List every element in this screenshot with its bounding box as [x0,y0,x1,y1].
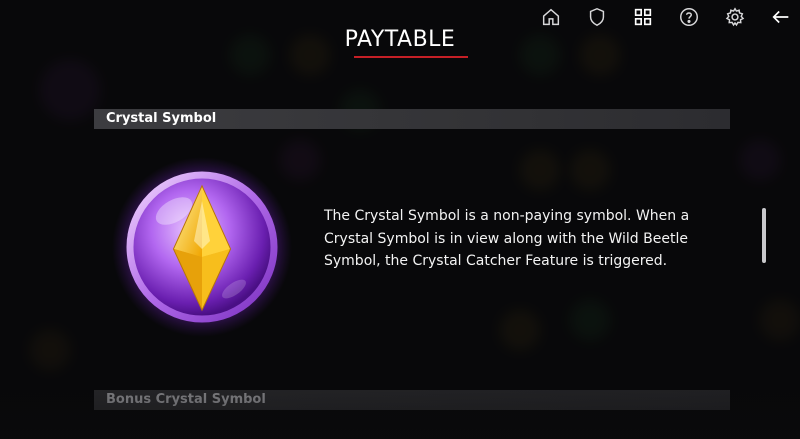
title-underline [354,56,468,58]
settings-icon [725,7,745,27]
shield-icon [589,7,605,27]
section-header-crystal-symbol: Crystal Symbol [94,109,730,129]
section-header-bonus-crystal-symbol: Bonus Crystal Symbol [94,390,730,410]
grid-icon [634,8,652,26]
crystal-symbol-icon [112,157,292,337]
scrollbar[interactable] [762,208,766,263]
page-title: PAYTABLE [344,27,456,52]
crystal-symbol-description: The Crystal Symbol is a non-paying symbo… [324,208,690,269]
help-icon [680,8,698,26]
home-icon [542,8,560,26]
back-arrow-icon [772,10,789,24]
